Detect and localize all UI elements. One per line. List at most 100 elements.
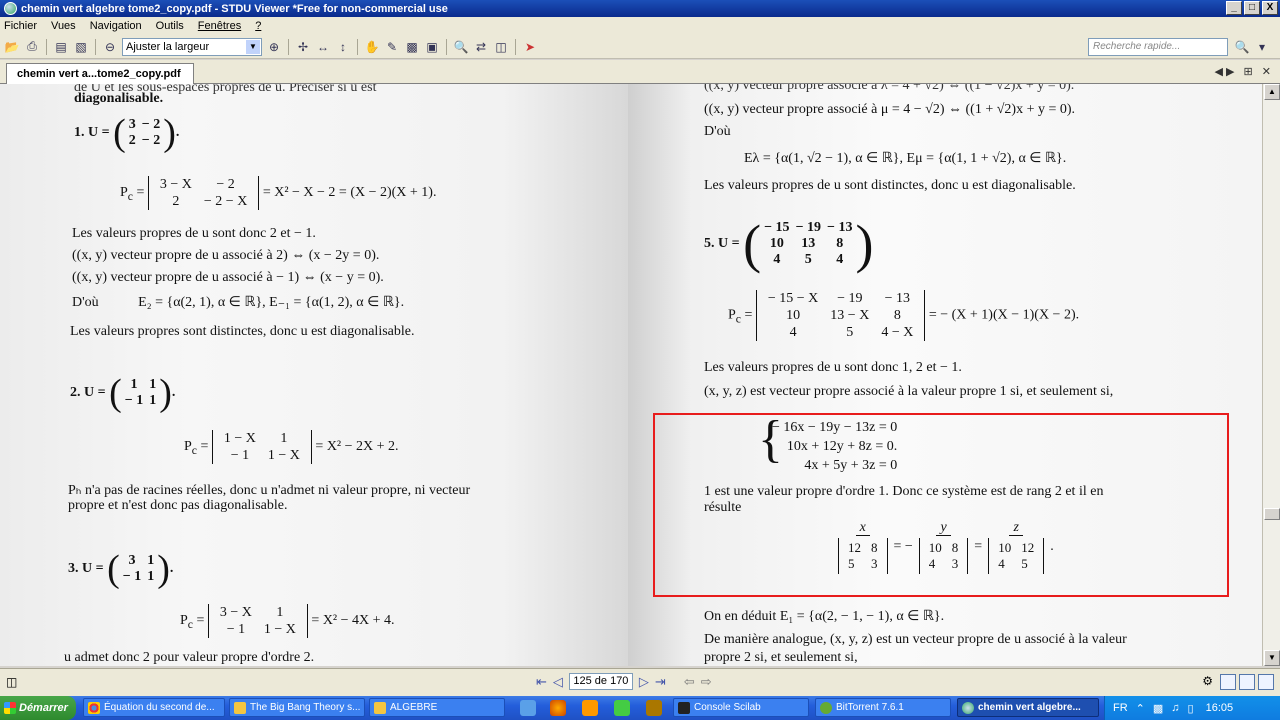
pages-icon[interactable]: ◫: [493, 39, 509, 55]
fit-width-icon[interactable]: ↔: [315, 39, 331, 55]
page-text-line: Eλ = {α(1, √2 − 1), α ∈ ℝ}, Eμ = {α(1, 1…: [744, 151, 1067, 166]
print-icon[interactable]: ⎙: [24, 39, 40, 55]
search-options-icon[interactable]: ▾: [1254, 39, 1270, 55]
system-tray: FR ⌃ ▩ ♫ ▯ 16:05: [1104, 696, 1280, 720]
start-button[interactable]: Démarrer: [0, 696, 76, 720]
vertical-scrollbar[interactable]: ▲ ▼: [1262, 84, 1280, 666]
proportionality-relation: x 12 8 53 = − y 10 8 43 = z 10 12 45 .: [838, 520, 1054, 574]
zoom-value: Ajuster la largeur: [126, 40, 210, 53]
media-player-icon[interactable]: [582, 700, 598, 716]
snapshot-icon[interactable]: ▣: [424, 39, 440, 55]
left-page: de U et les sous-espaces propres de u. P…: [0, 84, 628, 666]
minimize-button[interactable]: _: [1226, 1, 1242, 15]
fraction-z: z 10 12 45: [988, 520, 1045, 574]
open-folder-icon[interactable]: 📂: [4, 39, 20, 55]
scroll-down-icon[interactable]: ▼: [1264, 650, 1280, 666]
volume-icon[interactable]: ♫: [1171, 702, 1179, 714]
task-scilab[interactable]: Console Scilab: [673, 698, 809, 717]
clock[interactable]: 16:05: [1206, 702, 1234, 714]
toolbar-separator: [288, 38, 289, 55]
previous-page-icon[interactable]: ◁: [553, 674, 563, 690]
scroll-up-icon[interactable]: ▲: [1264, 84, 1280, 100]
task-bittorrent[interactable]: BitTorrent 7.6.1: [815, 698, 951, 717]
page-text-line: D'où: [704, 124, 731, 139]
select-image-icon[interactable]: ▩: [404, 39, 420, 55]
menu-fichier[interactable]: Fichier: [4, 20, 37, 32]
folder-icon: [234, 701, 246, 714]
maximize-button[interactable]: □: [1244, 1, 1260, 15]
sidebar-toggle-icon[interactable]: ◫: [6, 675, 17, 689]
windows-logo-icon: [4, 702, 16, 714]
document-viewer[interactable]: de U et les sous-espaces propres de u. P…: [0, 84, 1262, 666]
zoom-out-icon[interactable]: ⊖: [102, 39, 118, 55]
system-equation: 10x + 12y + 8z = 0.: [786, 439, 898, 454]
quick-search-input[interactable]: Recherche rapide...: [1088, 38, 1228, 56]
quicklaunch-icon[interactable]: [520, 700, 536, 716]
copy-pages-icon[interactable]: ▧: [73, 39, 89, 55]
language-indicator[interactable]: FR: [1113, 702, 1128, 714]
toolbar-separator: [357, 38, 358, 55]
last-page-icon[interactable]: ⇥: [655, 674, 666, 690]
zoom-select[interactable]: Ajuster la largeur ▼: [122, 37, 262, 56]
next-page-icon[interactable]: ▷: [639, 674, 649, 690]
task-folder-algebre[interactable]: ALGEBRE: [369, 698, 505, 717]
menu-navigation[interactable]: Navigation: [90, 20, 142, 32]
search-binoculars-icon[interactable]: 🔍: [1234, 39, 1250, 55]
page-text-line: Les valeurs propres de u sont donc 2 et …: [72, 226, 316, 241]
folder-icon: [374, 701, 386, 714]
page-text-line: diagonalisable.: [74, 91, 164, 106]
grid-view-icon[interactable]: [1258, 674, 1274, 690]
item5-charpoly: Pc = − 15 − X − 19− 13 10 13 − X8 454 − X …: [728, 290, 1080, 341]
page-text-line: ((x, y) vecteur propre de u associé à − …: [72, 270, 384, 285]
hand-tool-icon[interactable]: ✋: [364, 39, 380, 55]
page-text-line: Les valeurs propres sont distinctes, don…: [70, 324, 415, 339]
task-chrome[interactable]: Équation du second de...: [83, 698, 225, 717]
chevron-down-icon[interactable]: ▼: [246, 39, 260, 54]
menu-help[interactable]: ?: [255, 20, 261, 32]
back-icon[interactable]: ⇦: [684, 674, 695, 690]
item5-determinant: − 15 − X − 19− 13 10 13 − X8 454 − X: [755, 290, 926, 341]
page-text-line: D'où E₂ = {α(2, 1), α ∈ ℝ}, E₋₁ = {α(1, …: [72, 295, 405, 310]
page-text-line: Les valeurs propres de u sont donc 1, 2 …: [704, 360, 962, 375]
item1-label: 1. U =: [74, 125, 110, 141]
bookmark-icon[interactable]: ➤: [522, 39, 538, 55]
right-page: ((x, y) vecteur propre associé à λ = 4 +…: [628, 84, 1262, 666]
document-tabstrip: chemin vert a...tome2_copy.pdf ◀▶ ⊞ ✕: [0, 60, 1280, 84]
tray-expand-icon[interactable]: ⌃: [1136, 702, 1145, 715]
document-tab[interactable]: chemin vert a...tome2_copy.pdf: [6, 63, 194, 84]
page-text-line: propre et n'est donc pas diagonalisable.: [68, 498, 288, 513]
fraction-y: y 10 8 43: [918, 520, 969, 574]
forward-icon[interactable]: ⇨: [701, 674, 712, 690]
swap-icon[interactable]: ⇄: [473, 39, 489, 55]
fit-page-icon[interactable]: ✢: [295, 39, 311, 55]
close-button[interactable]: X: [1262, 1, 1278, 15]
scroll-thumb[interactable]: [1264, 508, 1280, 520]
app-icon[interactable]: [646, 700, 662, 716]
messenger-icon[interactable]: [614, 700, 630, 716]
select-text-icon[interactable]: ✎: [384, 39, 400, 55]
network-icon[interactable]: ▩: [1153, 702, 1163, 715]
first-page-icon[interactable]: ⇤: [536, 674, 547, 690]
task-folder-bigbang[interactable]: The Big Bang Theory s...: [229, 698, 365, 717]
system-equation: 4x + 5y + 3z = 0: [804, 458, 898, 473]
page-setup-icon[interactable]: ▤: [53, 39, 69, 55]
item3: 3. U = ( 3− 1 11 ) .: [68, 548, 174, 590]
zoom-in-icon[interactable]: ⊕: [266, 39, 282, 55]
fit-height-icon[interactable]: ↕: [335, 39, 351, 55]
menubar: Fichier Vues Navigation Outils Fenêtres …: [0, 17, 1280, 35]
single-page-view-icon[interactable]: [1220, 674, 1236, 690]
menu-vues[interactable]: Vues: [51, 20, 76, 32]
toolbar-separator: [95, 38, 96, 55]
page-number-field[interactable]: 125 de 170: [568, 673, 633, 690]
menu-fenetres[interactable]: Fenêtres: [198, 20, 241, 32]
firefox-icon[interactable]: [550, 700, 566, 716]
toolbar-separator: [515, 38, 516, 55]
stdu-viewer-icon: [962, 701, 974, 714]
two-page-view-icon[interactable]: [1239, 674, 1255, 690]
power-icon[interactable]: ▯: [1188, 702, 1194, 715]
menu-outils[interactable]: Outils: [156, 20, 184, 32]
settings-gear-icon[interactable]: ⚙: [1202, 674, 1213, 690]
tab-navigation[interactable]: ◀▶ ⊞ ✕: [1215, 65, 1274, 78]
find-icon[interactable]: 🔍: [453, 39, 469, 55]
task-stdu-viewer[interactable]: chemin vert algebre...: [957, 698, 1099, 717]
